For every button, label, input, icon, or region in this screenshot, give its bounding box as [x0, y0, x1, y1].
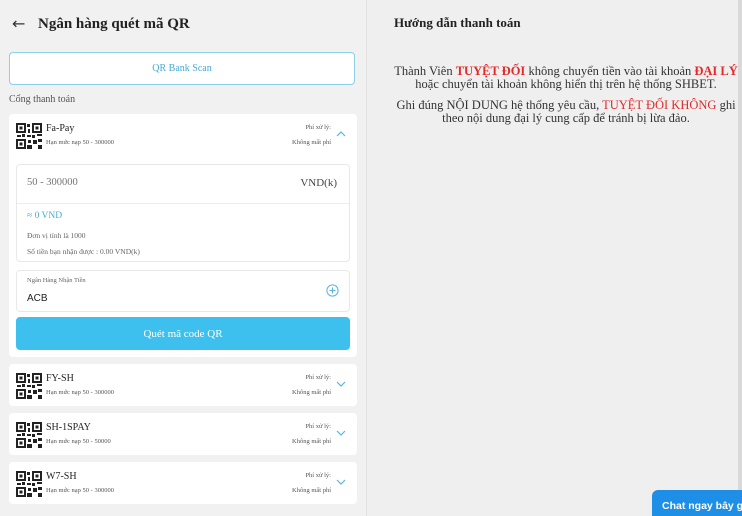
payment-method-header[interactable]: W7-SH Hạn mức nạp 50 - 300000 Phí xử lý:…	[9, 462, 357, 504]
bank-value: ACB	[27, 293, 48, 304]
receive-amount-note: Số tiền bạn nhận được : 0.00 VND(k)	[27, 247, 140, 256]
page-title: Ngân hàng quét mã QR	[38, 15, 190, 32]
guide-text: Thành Viên TUYỆT ĐỐI không chuyển tiền v…	[391, 65, 741, 133]
qr-code-icon	[16, 123, 42, 149]
payment-method-header[interactable]: SH-1SPAY Hạn mức nạp 50 - 50000 Phí xử l…	[9, 413, 357, 455]
fee-value: Không mất phí	[292, 438, 331, 445]
fee-label: Phí xử lý:	[305, 423, 331, 430]
payment-method-card-w7-sh[interactable]: W7-SH Hạn mức nạp 50 - 300000 Phí xử lý:…	[9, 462, 357, 504]
page-header: ← Ngân hàng quét mã QR	[12, 15, 190, 33]
qr-code-icon	[16, 471, 42, 497]
unit-note: Đơn vị tính là 1000	[27, 231, 86, 240]
guide-text-segment: hoặc chuyển tài khoản không hiển thị trê…	[415, 77, 717, 91]
method-limit: Hạn mức nạp 50 - 300000	[46, 139, 114, 146]
payment-method-header[interactable]: Fa-Pay Hạn mức nạp 50 - 300000 Phí xử lý…	[9, 114, 357, 156]
fee-value: Không mất phí	[292, 487, 331, 494]
amount-unit: VND(k)	[300, 177, 337, 189]
fee-value: Không mất phí	[292, 139, 331, 146]
warning-highlight: TUYỆT ĐỐI	[455, 64, 526, 78]
qr-code-icon	[16, 373, 42, 399]
payment-method-card-fy-sh[interactable]: FY-SH Hạn mức nạp 50 - 300000 Phí xử lý:…	[9, 364, 357, 406]
live-chat-button[interactable]: Chat ngay bây giờ	[652, 490, 742, 516]
amount-input[interactable]	[27, 177, 247, 188]
payment-method-card-fa-pay: Fa-Pay Hạn mức nạp 50 - 300000 Phí xử lý…	[9, 114, 357, 357]
guide-title: Hướng dẫn thanh toán	[394, 15, 521, 30]
scan-qr-submit-button[interactable]: Quét mã code QR	[16, 317, 350, 350]
payment-method-card-sh-1spay[interactable]: SH-1SPAY Hạn mức nạp 50 - 50000 Phí xử l…	[9, 413, 357, 455]
method-name: SH-1SPAY	[46, 422, 91, 433]
warning-highlight: ĐẠI LÝ	[694, 64, 738, 78]
chevron-up-icon[interactable]	[335, 128, 347, 140]
warning-highlight: TUYỆT ĐỐI KHÔNG	[602, 98, 717, 112]
guide-text-segment: Ghi đúng NỘI DUNG hệ thống yêu cầu,	[396, 98, 603, 112]
fee-label: Phí xử lý:	[305, 472, 331, 479]
method-name: FY-SH	[46, 373, 74, 384]
fee-label: Phí xử lý:	[305, 374, 331, 381]
qr-bank-scan-button[interactable]: QR Bank Scan	[9, 52, 355, 85]
fee-label: Phí xử lý:	[305, 124, 331, 131]
payment-panel: ← Ngân hàng quét mã QR QR Bank Scan Cổng…	[0, 0, 366, 516]
scrollbar[interactable]	[738, 0, 742, 516]
bank-label: Ngân Hàng Nhận Tiền	[27, 277, 86, 284]
guide-text-segment: không chuyển tiền vào tài khoản	[525, 64, 695, 78]
back-arrow-icon[interactable]: ←	[12, 15, 28, 33]
guide-paragraph-1: Thành Viên TUYỆT ĐỐI không chuyển tiền v…	[391, 65, 741, 91]
chevron-down-icon[interactable]	[335, 427, 347, 439]
chevron-down-icon[interactable]	[335, 476, 347, 488]
converted-amount: ≈ 0 VND	[27, 211, 63, 221]
method-limit: Hạn mức nạp 50 - 300000	[46, 389, 114, 396]
chevron-down-icon[interactable]	[335, 378, 347, 390]
method-name: W7-SH	[46, 471, 77, 482]
amount-box: VND(k) ≈ 0 VND Đơn vị tính là 1000 Số ti…	[16, 164, 350, 262]
method-limit: Hạn mức nạp 50 - 50000	[46, 438, 111, 445]
divider	[17, 203, 349, 204]
add-circle-icon[interactable]	[326, 284, 339, 297]
receiving-bank-select[interactable]: Ngân Hàng Nhận Tiền ACB	[16, 270, 350, 312]
method-name: Fa-Pay	[46, 123, 75, 134]
payment-method-header[interactable]: FY-SH Hạn mức nạp 50 - 300000 Phí xử lý:…	[9, 364, 357, 406]
fee-value: Không mất phí	[292, 389, 331, 396]
payment-guide-panel: Hướng dẫn thanh toán Thành Viên TUYỆT ĐỐ…	[366, 0, 742, 516]
payment-gateway-label: Cổng thanh toán	[9, 94, 76, 105]
guide-paragraph-2: Ghi đúng NỘI DUNG hệ thống yêu cầu, TUYỆ…	[391, 99, 741, 125]
guide-text-segment: Thành Viên	[394, 64, 456, 78]
method-limit: Hạn mức nạp 50 - 300000	[46, 487, 114, 494]
qr-code-icon	[16, 422, 42, 448]
